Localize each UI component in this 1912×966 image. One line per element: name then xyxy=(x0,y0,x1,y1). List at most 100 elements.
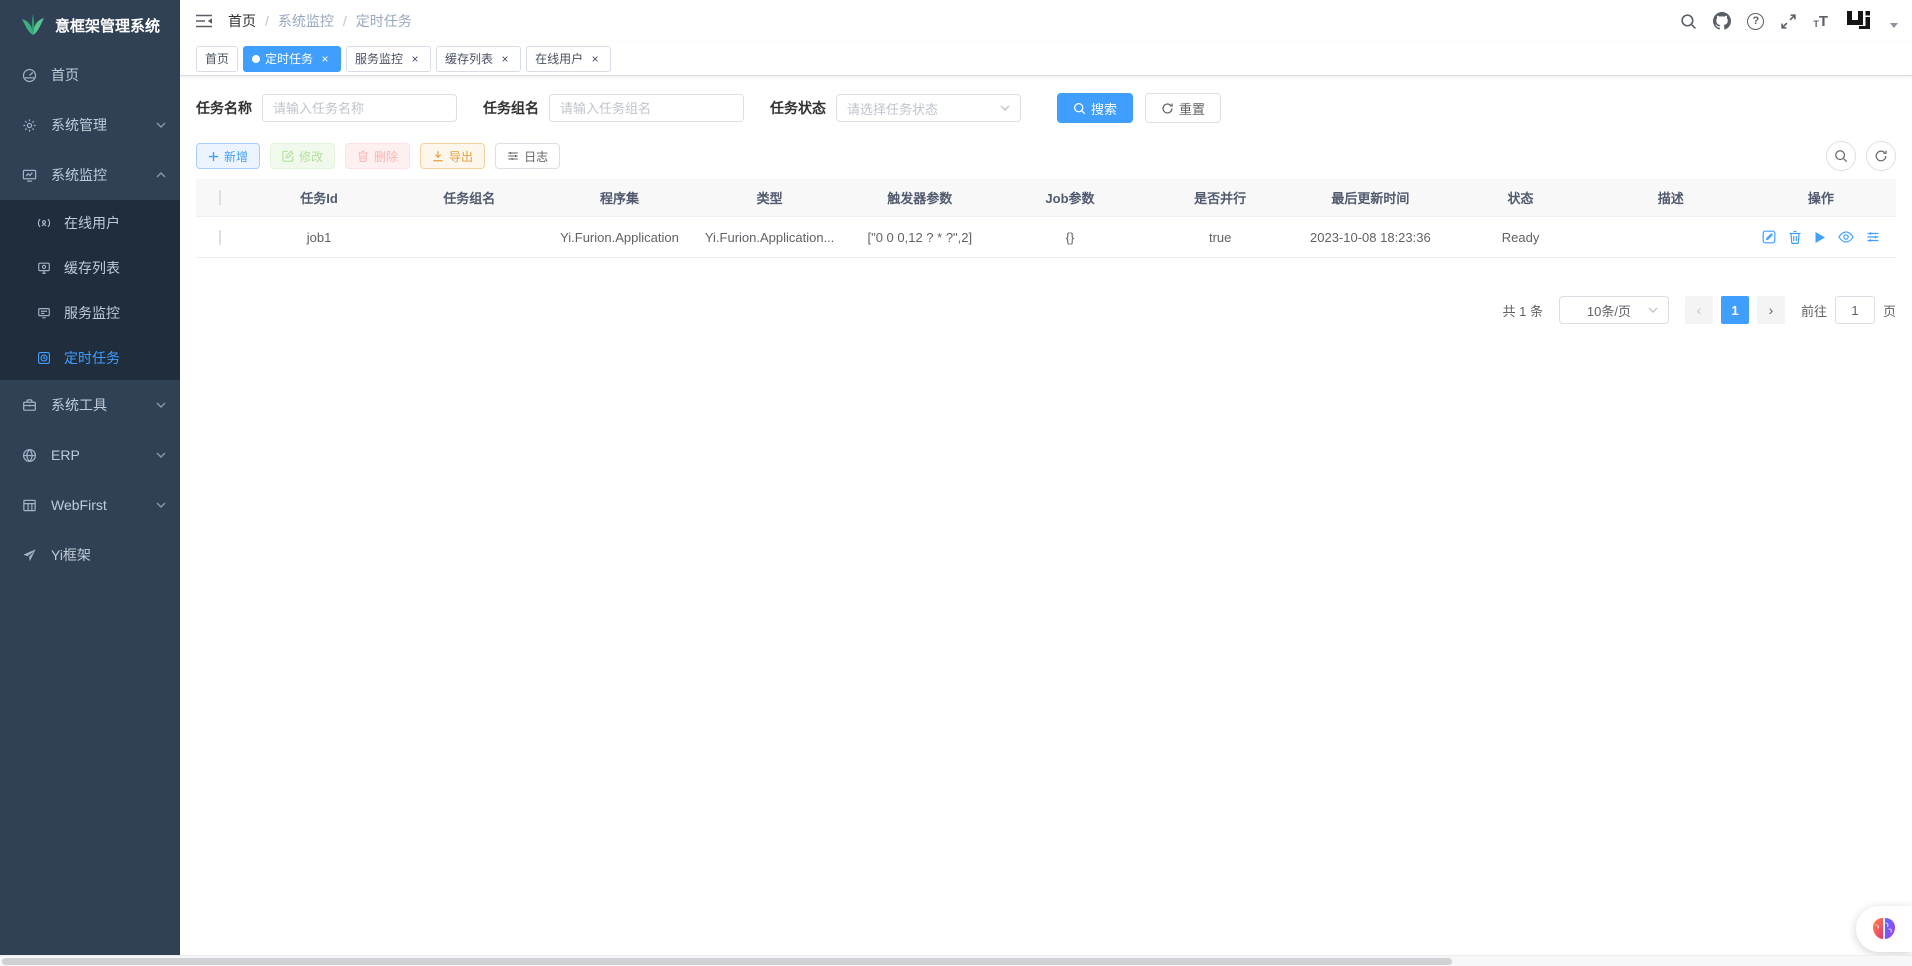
select-all-checkbox[interactable] xyxy=(219,190,221,205)
add-button[interactable]: 新增 xyxy=(196,143,260,169)
monitor-chart-icon xyxy=(21,168,37,183)
goto-label: 前往 xyxy=(1801,301,1827,320)
row-delete-icon[interactable] xyxy=(1788,230,1802,244)
tab-home[interactable]: 首页 xyxy=(196,46,238,72)
column-header-task-group: 任务组名 xyxy=(394,188,544,207)
github-icon[interactable] xyxy=(1713,12,1731,30)
reset-button[interactable]: 重置 xyxy=(1145,93,1221,123)
font-size-big-glyph: T xyxy=(1819,14,1828,29)
close-icon[interactable]: × xyxy=(408,52,422,66)
refresh-table-button[interactable] xyxy=(1866,141,1896,171)
sidebar-item-label: 在线用户 xyxy=(64,213,120,233)
pagination-goto: 前往 页 xyxy=(1801,296,1896,324)
chevron-down-icon xyxy=(1648,307,1658,313)
sidebar-item-scheduled-tasks[interactable]: 定时任务 xyxy=(0,335,180,380)
user-menu-caret-icon[interactable] xyxy=(1890,23,1898,28)
delete-button[interactable]: 删除 xyxy=(345,143,410,169)
font-size-icon[interactable]: TT xyxy=(1813,14,1828,29)
column-header-status: 状态 xyxy=(1445,188,1595,207)
cell-actions xyxy=(1746,230,1896,244)
prev-page-button[interactable]: ‹ xyxy=(1685,296,1713,324)
goto-page-input[interactable] xyxy=(1835,296,1875,324)
sidebar-item-yi-framework[interactable]: Yi框架 xyxy=(0,530,180,580)
next-page-button[interactable]: › xyxy=(1757,296,1785,324)
main-area: 首页 / 系统监控 / 定时任务 ? xyxy=(180,0,1912,966)
page-number-1[interactable]: 1 xyxy=(1721,296,1749,324)
online-user-icon xyxy=(36,216,51,230)
sidebar-item-erp[interactable]: ERP xyxy=(0,430,180,480)
table-row[interactable]: job1 Yi.Furion.Application Yi.Furion.App… xyxy=(196,217,1896,258)
page-unit-label: 页 xyxy=(1883,301,1896,320)
navbar: 首页 / 系统监控 / 定时任务 ? xyxy=(180,0,1912,42)
avatar[interactable] xyxy=(1844,6,1874,36)
logo-leaf-icon xyxy=(20,13,46,37)
chevron-down-icon xyxy=(156,402,166,408)
active-tab-dot xyxy=(252,55,260,63)
tab-online-users[interactable]: 在线用户 × xyxy=(526,46,611,72)
dashboard-icon xyxy=(21,68,37,83)
row-checkbox[interactable] xyxy=(219,230,221,245)
table-header-row: 任务Id 任务组名 程序集 类型 触发器参数 Job参数 是否并行 最后更新时间… xyxy=(196,179,1896,217)
breadcrumb: 首页 / 系统监控 / 定时任务 xyxy=(228,11,412,31)
search-button[interactable]: 搜索 xyxy=(1057,93,1133,123)
sidebar-item-label: ERP xyxy=(51,447,156,463)
export-button[interactable]: 导出 xyxy=(420,143,485,169)
help-icon[interactable]: ? xyxy=(1747,13,1764,30)
task-status-placeholder: 请选择任务状态 xyxy=(847,99,938,118)
toggle-search-button[interactable] xyxy=(1826,141,1856,171)
reset-button-label: 重置 xyxy=(1179,99,1205,118)
sidebar-item-label: 系统管理 xyxy=(51,115,156,135)
navbar-actions: ? TT xyxy=(1680,6,1898,36)
row-run-icon[interactable] xyxy=(1814,231,1826,244)
page-content: 任务名称 任务组名 任务状态 请选择任务状态 搜索 xyxy=(180,76,1912,966)
tab-label: 服务监控 xyxy=(355,50,403,67)
row-view-icon[interactable] xyxy=(1838,231,1854,243)
close-icon[interactable]: × xyxy=(588,52,602,66)
row-more-icon[interactable] xyxy=(1866,230,1880,244)
sidebar-item-home[interactable]: 首页 xyxy=(0,50,180,100)
fullscreen-icon[interactable] xyxy=(1780,13,1797,30)
sidebar-item-label: WebFirst xyxy=(51,497,156,513)
close-icon[interactable]: × xyxy=(498,52,512,66)
send-icon xyxy=(21,548,37,563)
app-title: 意框架管理系统 xyxy=(55,15,160,36)
chevron-down-icon xyxy=(1000,105,1010,111)
page-size-select[interactable]: 10条/页 xyxy=(1559,296,1669,324)
search-button-label: 搜索 xyxy=(1091,99,1117,118)
breadcrumb-home[interactable]: 首页 xyxy=(228,11,256,31)
sidebar-collapse-button[interactable] xyxy=(180,13,228,29)
search-icon[interactable] xyxy=(1680,13,1697,30)
tab-label: 缓存列表 xyxy=(445,50,493,67)
filter-form: 任务名称 任务组名 任务状态 请选择任务状态 搜索 xyxy=(196,93,1896,123)
horizontal-scrollbar-thumb[interactable] xyxy=(2,958,1452,965)
sidebar-item-cache-list[interactable]: 缓存列表 xyxy=(0,245,180,290)
close-icon[interactable]: × xyxy=(318,52,332,66)
task-name-input[interactable] xyxy=(262,94,457,122)
tab-service-monitor[interactable]: 服务监控 × xyxy=(346,46,431,72)
column-header-description: 描述 xyxy=(1596,188,1746,207)
tab-cache-list[interactable]: 缓存列表 × xyxy=(436,46,521,72)
sidebar-item-system-monitor[interactable]: 系统监控 xyxy=(0,150,180,200)
log-button[interactable]: 日志 xyxy=(495,143,560,169)
sidebar-item-service-monitor[interactable]: 服务监控 xyxy=(0,290,180,335)
task-status-select[interactable]: 请选择任务状态 xyxy=(836,94,1021,122)
sidebar-item-system-tools[interactable]: 系统工具 xyxy=(0,380,180,430)
cell-task-id: job1 xyxy=(244,230,394,245)
app-logo[interactable]: 意框架管理系统 xyxy=(0,0,180,50)
sidebar-item-webfirst[interactable]: WebFirst xyxy=(0,480,180,530)
row-edit-icon[interactable] xyxy=(1762,230,1776,244)
breadcrumb-separator: / xyxy=(265,13,269,29)
sidebar-menu: 首页 系统管理 系统监控 xyxy=(0,50,180,580)
edit-button[interactable]: 修改 xyxy=(270,143,335,169)
edit-button-label: 修改 xyxy=(299,148,323,165)
cell-type: Yi.Furion.Application... xyxy=(695,230,845,245)
sidebar-item-system-management[interactable]: 系统管理 xyxy=(0,100,180,150)
pagination: 共 1 条 10条/页 ‹ 1 › 前往 页 xyxy=(196,296,1896,324)
tab-label: 定时任务 xyxy=(265,50,313,67)
filter-task-status: 任务状态 请选择任务状态 xyxy=(770,94,1021,122)
assistant-pill[interactable] xyxy=(1856,906,1912,952)
sidebar-item-online-users[interactable]: 在线用户 xyxy=(0,200,180,245)
tab-scheduled-tasks[interactable]: 定时任务 × xyxy=(243,46,341,72)
task-group-input[interactable] xyxy=(549,94,744,122)
system-monitor-submenu: 在线用户 缓存列表 服务监控 xyxy=(0,200,180,380)
